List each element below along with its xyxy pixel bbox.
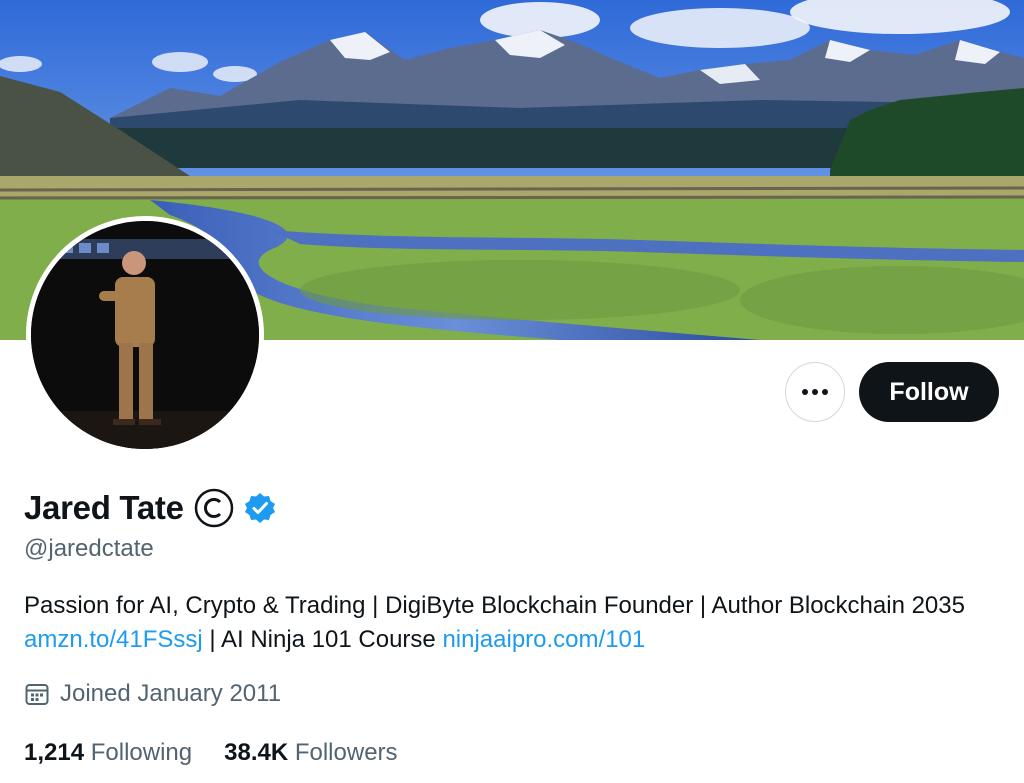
profile-handle: @jaredctate — [24, 535, 154, 562]
following-label: Following — [90, 739, 193, 766]
bio-link-ninjaaipro[interactable]: ninjaaipro.com/101 — [442, 626, 645, 653]
joined-date-text: Joined January 2011 — [60, 680, 282, 707]
following-stat[interactable]: 1,214 Following — [24, 739, 192, 767]
copyright-icon — [194, 488, 233, 528]
follow-stats: 1,214 Following 38.4K Followers — [24, 739, 398, 767]
profile-avatar[interactable] — [26, 216, 264, 454]
following-count: 1,214 — [24, 739, 85, 766]
follow-button[interactable]: Follow — [859, 362, 999, 422]
bio-text: Passion for AI, Crypto & Trading | DigiB… — [24, 592, 965, 619]
joined-date-row: Joined January 2011 — [24, 680, 281, 708]
avatar-photo-image — [31, 221, 259, 449]
profile-bio: Passion for AI, Crypto & Trading | DigiB… — [24, 589, 1004, 657]
profile-name-row: Jared Tate — [24, 486, 276, 530]
followers-label: Followers — [294, 739, 398, 766]
calendar-icon — [25, 684, 49, 705]
bio-link-amazon[interactable]: amzn.to/41FSssj — [24, 626, 203, 653]
followers-stat[interactable]: 38.4K Followers — [224, 739, 397, 767]
followers-count: 38.4K — [224, 739, 289, 766]
more-horizontal-icon — [802, 389, 828, 395]
display-name: Jared Tate — [24, 489, 184, 526]
more-options-button[interactable] — [785, 362, 845, 422]
verified-badge-icon[interactable] — [244, 492, 276, 524]
bio-text: | AI Ninja 101 Course — [202, 626, 443, 653]
